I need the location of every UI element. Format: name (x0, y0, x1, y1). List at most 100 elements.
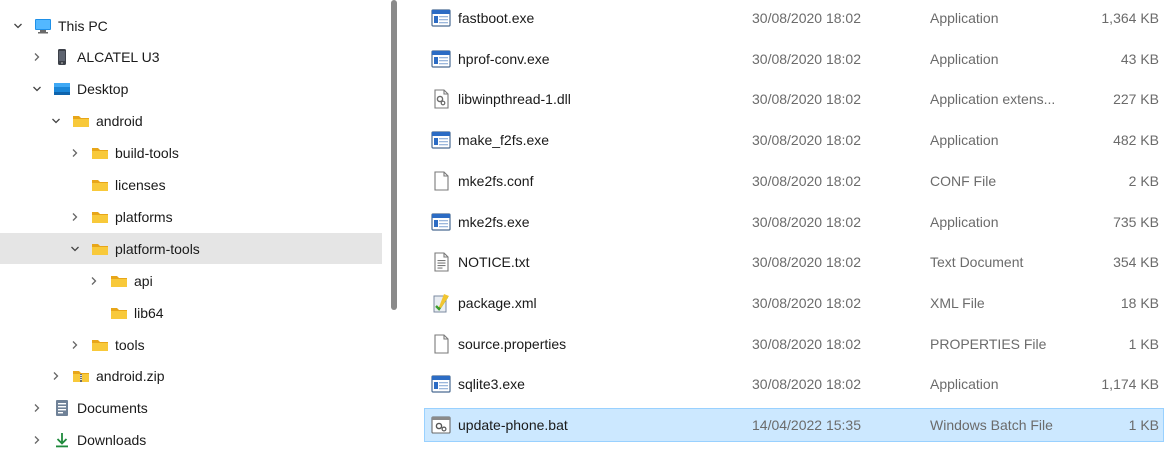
file-size: 1,364 KB (1101, 10, 1159, 26)
file-row[interactable]: source.properties 30/08/2020 18:02 PROPERT… (424, 327, 1164, 361)
nav-item-label: build-tools (115, 145, 179, 162)
chevron-down-icon[interactable] (67, 241, 83, 257)
file-type: PROPERTIES File (930, 335, 1047, 352)
expander-placeholder (67, 177, 83, 193)
file-name: hprof-conv.exe (458, 50, 550, 67)
file-type: Application (930, 132, 999, 149)
downloads-icon (53, 431, 71, 449)
nav-item-label: tools (115, 336, 145, 353)
file-type: Application (930, 376, 999, 393)
batch-file-icon (430, 414, 452, 436)
file-date-modified: 30/08/2020 18:02 (752, 335, 861, 352)
nav-item-desktop[interactable]: Desktop (0, 74, 382, 105)
folder-icon (91, 176, 109, 194)
chevron-right-icon[interactable] (29, 432, 45, 448)
file-row[interactable]: hprof-conv.exe 30/08/2020 18:02 Applicatio… (424, 42, 1164, 76)
file-type: Application (930, 50, 999, 67)
file-row[interactable]: sqlite3.exe 30/08/2020 18:02 Application 1,… (424, 367, 1164, 401)
expander-placeholder (86, 305, 102, 321)
xml-file-icon (430, 292, 452, 314)
pane-splitter[interactable] (391, 0, 397, 310)
file-row[interactable]: package.xml 30/08/2020 18:02 XML File 18 KB (424, 286, 1164, 320)
application-icon (430, 7, 452, 29)
chevron-right-icon[interactable] (86, 273, 102, 289)
nav-item-downloads[interactable]: Downloads (0, 425, 382, 452)
file-name: NOTICE.txt (458, 254, 530, 271)
file-size: 1 KB (1128, 417, 1159, 433)
file-row[interactable]: fastboot.exe 30/08/2020 18:02 Application 1… (424, 1, 1164, 35)
file-explorer: This PC ALCATEL U3 Desktop android build-too… (0, 0, 1168, 452)
chevron-down-icon[interactable] (29, 81, 45, 97)
text-file-icon (430, 251, 452, 273)
nav-item-api[interactable]: api (0, 265, 382, 296)
file-row[interactable]: make_f2fs.exe 30/08/2020 18:02 Application… (424, 123, 1164, 157)
nav-item-android-zip[interactable]: android.zip (0, 361, 382, 392)
nav-item-lib64[interactable]: lib64 (0, 297, 382, 328)
file-row[interactable]: mke2fs.exe 30/08/2020 18:02 Application 735… (424, 205, 1164, 239)
file-type: Windows Batch File (930, 417, 1053, 433)
file-name: update-phone.bat (458, 417, 568, 433)
file-date-modified: 30/08/2020 18:02 (752, 91, 861, 108)
chevron-right-icon[interactable] (67, 337, 83, 353)
dll-icon (430, 88, 452, 110)
chevron-right-icon[interactable] (67, 145, 83, 161)
nav-item-documents[interactable]: Documents (0, 393, 382, 424)
file-size: 43 KB (1120, 50, 1159, 67)
file-name: sqlite3.exe (458, 376, 525, 393)
file-row[interactable]: NOTICE.txt 30/08/2020 18:02 Text Document 3… (424, 245, 1164, 279)
nav-item-alcatel-u3[interactable]: ALCATEL U3 (0, 42, 382, 73)
chevron-right-icon[interactable] (29, 49, 45, 65)
file-size: 2 KB (1128, 172, 1159, 189)
file-type: CONF File (930, 172, 997, 189)
file-type: Application (930, 10, 999, 26)
navigation-pane: This PC ALCATEL U3 Desktop android build-too… (0, 0, 390, 452)
file-date-modified: 30/08/2020 18:02 (752, 50, 861, 67)
folder-icon (110, 304, 128, 322)
chevron-right-icon[interactable] (29, 400, 45, 416)
file-name: package.xml (458, 294, 537, 311)
file-date-modified: 30/08/2020 18:02 (752, 376, 861, 393)
file-date-modified: 30/08/2020 18:02 (752, 294, 861, 311)
file-date-modified: 30/08/2020 18:02 (752, 132, 861, 149)
computer-icon (34, 17, 52, 35)
file-date-modified: 30/08/2020 18:02 (752, 213, 861, 230)
file-type: Application extens... (930, 91, 1056, 108)
file-type: XML File (930, 294, 985, 311)
nav-item-label: android.zip (96, 368, 165, 385)
chevron-down-icon[interactable] (10, 18, 26, 34)
file-row[interactable]: update-phone.bat 14/04/2022 15:35 Windows … (424, 408, 1164, 442)
file-row[interactable]: mke2fs.conf 30/08/2020 18:02 CONF File 2 KB (424, 164, 1164, 198)
blank-file-icon (430, 170, 452, 192)
nav-item-label: ALCATEL U3 (77, 49, 160, 66)
nav-item-build-tools[interactable]: build-tools (0, 138, 382, 169)
nav-item-this-pc[interactable]: This PC (0, 10, 382, 41)
file-name: mke2fs.conf (458, 172, 534, 189)
file-name: mke2fs.exe (458, 213, 530, 230)
folder-icon (91, 336, 109, 354)
nav-item-tools[interactable]: tools (0, 329, 382, 360)
chevron-right-icon[interactable] (48, 368, 64, 384)
application-icon (430, 211, 452, 233)
file-size: 354 KB (1113, 254, 1159, 271)
file-size: 227 KB (1113, 91, 1159, 108)
nav-item-label: Downloads (77, 432, 147, 449)
nav-item-label: licenses (115, 177, 166, 193)
chevron-down-icon[interactable] (48, 113, 64, 129)
chevron-right-icon[interactable] (67, 209, 83, 225)
file-size: 482 KB (1113, 132, 1159, 149)
file-size: 735 KB (1113, 213, 1159, 230)
folder-icon (91, 208, 109, 226)
file-size: 1,174 KB (1101, 376, 1159, 393)
nav-item-label: lib64 (134, 304, 164, 321)
file-date-modified: 30/08/2020 18:02 (752, 10, 861, 26)
folder-icon (91, 240, 109, 258)
file-row[interactable]: libwinpthread-1.dll 30/08/2020 18:02 Appli… (424, 82, 1164, 116)
nav-item-licenses[interactable]: licenses (0, 170, 382, 201)
nav-item-platform-tools[interactable]: platform-tools (0, 233, 382, 265)
nav-item-android[interactable]: android (0, 106, 382, 137)
nav-item-platforms[interactable]: platforms (0, 201, 382, 232)
file-name: libwinpthread-1.dll (458, 91, 571, 108)
nav-item-label: platform-tools (115, 240, 200, 257)
file-type: Text Document (930, 254, 1024, 271)
nav-item-label: Documents (77, 400, 148, 417)
